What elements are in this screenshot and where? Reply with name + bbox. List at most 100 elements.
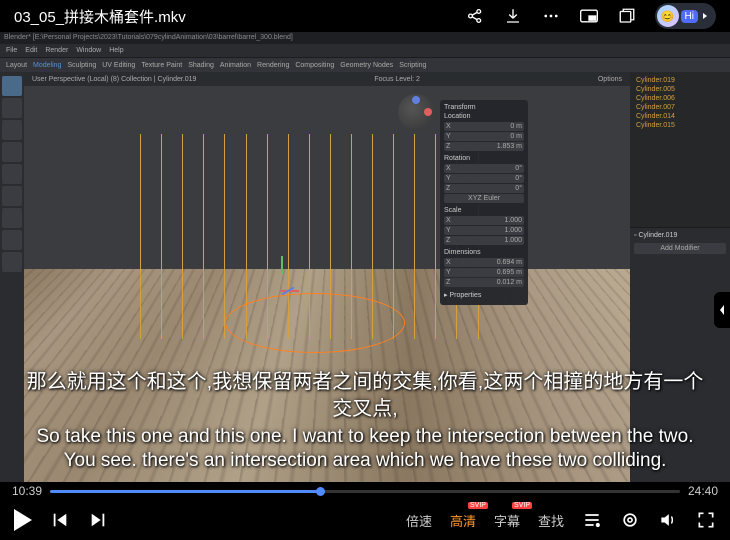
subtitle-label: 字幕 [494,514,520,529]
svip-badge: SVIP [512,502,532,509]
controls-left [14,509,108,531]
controls-bar: 倍速 高清 SVIP 字幕 SVIP 查找 [0,500,730,540]
blender-workspace-tabs: Layout Modeling Sculpting UV Editing Tex… [0,58,730,72]
menu-edit: Edit [25,47,37,54]
add-modifier: Add Modifier [634,243,726,254]
fullscreen-icon[interactable] [696,510,716,530]
tool-add [2,252,22,272]
settings-icon[interactable] [620,510,640,530]
side-expand-tab[interactable] [714,292,730,328]
tool-rotate [2,142,22,162]
scl-x: 1.000 [504,217,522,224]
controls-right: 倍速 高清 SVIP 字幕 SVIP 查找 [406,510,716,530]
tab-texpaint: Texture Paint [141,62,182,69]
subtitle-chinese: 那么就用这个和这个,我想保留两者之间的交集,你看,这两个相撞的地方有一个交叉点, [20,369,710,423]
tool-annotate [2,208,22,228]
outliner-item: Cylinder.019 [634,76,726,85]
tool-transform [2,186,22,206]
transform-header: Transform [444,104,524,111]
dim-z: 0.012 m [497,279,522,286]
tool-cursor [2,98,22,118]
menu-file: File [6,47,17,54]
subtitle-button[interactable]: 字幕 SVIP [494,511,520,530]
menu-window: Window [76,47,101,54]
share-icon[interactable] [465,6,485,26]
user-avatar[interactable]: 😊 Hi [655,3,716,29]
volume-icon[interactable] [658,510,678,530]
outliner-item: Cylinder.006 [634,94,726,103]
speed-button[interactable]: 倍速 [406,511,432,530]
prev-button[interactable] [50,510,70,530]
tab-modeling: Modeling [33,62,61,69]
scl-y: 1.000 [504,227,522,234]
tab-geo: Geometry Nodes [340,62,393,69]
dim-x: 0.694 m [497,259,522,266]
outliner: Cylinder.019 Cylinder.005 Cylinder.006 C… [630,72,730,228]
quality-label: 高清 [450,514,476,529]
outliner-item: Cylinder.014 [634,112,726,121]
tab-script: Scripting [399,62,426,69]
video-viewport[interactable]: Blender* [E:\Personal Projects\2023\Tuto… [0,32,730,482]
top-actions: 😊 Hi [465,3,716,29]
tool-move [2,120,22,140]
hi-badge: Hi [681,10,698,23]
scl-z: 1.000 [504,237,522,244]
window-icon[interactable] [617,6,637,26]
progress-fill [50,490,321,493]
progress-row: 10:39 24:40 [0,482,730,500]
menu-help: Help [109,47,123,54]
loc-y: 0 m [510,133,522,140]
viewport-info: User Perspective (Local) (8) Collection … [32,76,196,83]
subtitle-english: So take this one and this one. I want to… [20,425,710,474]
play-button[interactable] [14,509,32,531]
tool-scale [2,164,22,184]
progress-bar[interactable] [50,490,680,493]
prop-obj-name: Cylinder.019 [638,232,677,239]
focus-level: Focus Level: 2 [374,76,420,83]
blender-menu: File Edit Render Window Help [0,44,730,58]
nav-gizmo [398,94,434,130]
tool-measure [2,230,22,250]
avatar-icon: 😊 [657,5,679,27]
search-button[interactable]: 查找 [538,511,564,530]
tool-select [2,76,22,96]
menu-render: Render [45,47,68,54]
n-panel: Transform Location X0 m Y0 m Z1.853 m Ro… [440,100,528,305]
rotation-label: Rotation [444,155,524,162]
loc-x: 0 m [510,123,522,130]
play-icon [14,509,32,531]
top-bar: 03_05_拼接木桶套件.mkv 😊 Hi [0,0,730,32]
dim-label: Dimensions [444,249,524,256]
playlist-icon[interactable] [582,510,602,530]
pip-icon[interactable] [579,6,599,26]
rot-z: 0° [515,185,522,192]
transform-gizmo [266,277,296,307]
outliner-item: Cylinder.015 [634,121,726,130]
quality-button[interactable]: 高清 SVIP [450,511,476,530]
scale-label: Scale [444,207,524,214]
props-label: Properties [449,292,481,299]
location-label: Location [444,113,524,120]
loc-z: 1.853 m [497,143,522,150]
rot-mode: XYZ Euler [468,195,500,202]
next-button[interactable] [88,510,108,530]
viewport-options: Options [598,76,622,83]
tab-comp: Compositing [295,62,334,69]
tab-shading: Shading [188,62,214,69]
time-current: 10:39 [12,484,42,498]
svip-badge: SVIP [468,502,488,509]
selection-circle [225,293,405,353]
video-title: 03_05_拼接木桶套件.mkv [14,6,186,27]
tab-sculpting: Sculpting [67,62,96,69]
viewport-header: User Perspective (Local) (8) Collection … [24,72,630,86]
time-total: 24:40 [688,484,718,498]
outliner-item: Cylinder.007 [634,103,726,112]
outliner-item: Cylinder.005 [634,85,726,94]
more-icon[interactable] [541,6,561,26]
subtitle-overlay: 那么就用这个和这个,我想保留两者之间的交集,你看,这两个相撞的地方有一个交叉点,… [0,369,730,474]
tab-render: Rendering [257,62,289,69]
rot-y: 0° [515,175,522,182]
rot-x: 0° [515,165,522,172]
tab-uv: UV Editing [102,62,135,69]
download-icon[interactable] [503,6,523,26]
